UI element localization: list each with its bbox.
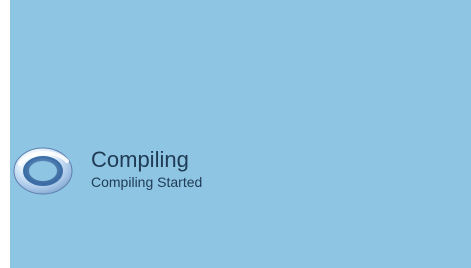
progress-ring-icon: [13, 147, 73, 195]
compiling-status-panel: Compiling Compiling Started: [0, 0, 471, 268]
status-text-group: Compiling Compiling Started: [91, 148, 202, 191]
status-background: [10, 0, 471, 268]
status-message: Compiling Started: [91, 174, 203, 190]
status-title: Compiling: [91, 147, 189, 172]
